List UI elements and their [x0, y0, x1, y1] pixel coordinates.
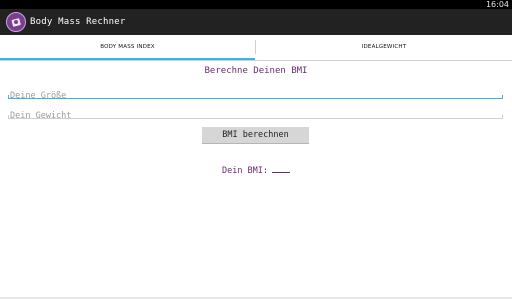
tab-label: IDEALGEWICHT: [361, 44, 407, 50]
app-title: Body Mass Rechner: [30, 17, 126, 27]
height-field: [8, 83, 503, 104]
tab-label: BODY MASS INDEX: [100, 44, 155, 50]
page-title: Berechne Deinen BMI: [204, 66, 308, 76]
height-input[interactable]: [8, 88, 503, 104]
calculate-bmi-button[interactable]: BMI berechnen: [202, 127, 309, 144]
tab-bar: BODY MASS INDEX IDEALGEWICHT: [0, 35, 512, 61]
bmi-result-value: [272, 163, 291, 173]
tab-underline: [0, 60, 512, 61]
bmi-result: Dein BMI:: [0, 163, 512, 176]
weight-input[interactable]: [8, 108, 503, 124]
tab-body-mass-index[interactable]: BODY MASS INDEX: [0, 35, 255, 61]
status-bar: 16:04: [0, 0, 512, 9]
tab-idealgewicht[interactable]: IDEALGEWICHT: [256, 35, 512, 61]
scale-icon[interactable]: [6, 12, 26, 32]
status-time: 16:04: [485, 0, 509, 9]
bmi-result-label: Dein BMI:: [221, 166, 269, 176]
weight-field: [8, 103, 503, 124]
action-bar: Body Mass Rechner: [0, 9, 512, 35]
